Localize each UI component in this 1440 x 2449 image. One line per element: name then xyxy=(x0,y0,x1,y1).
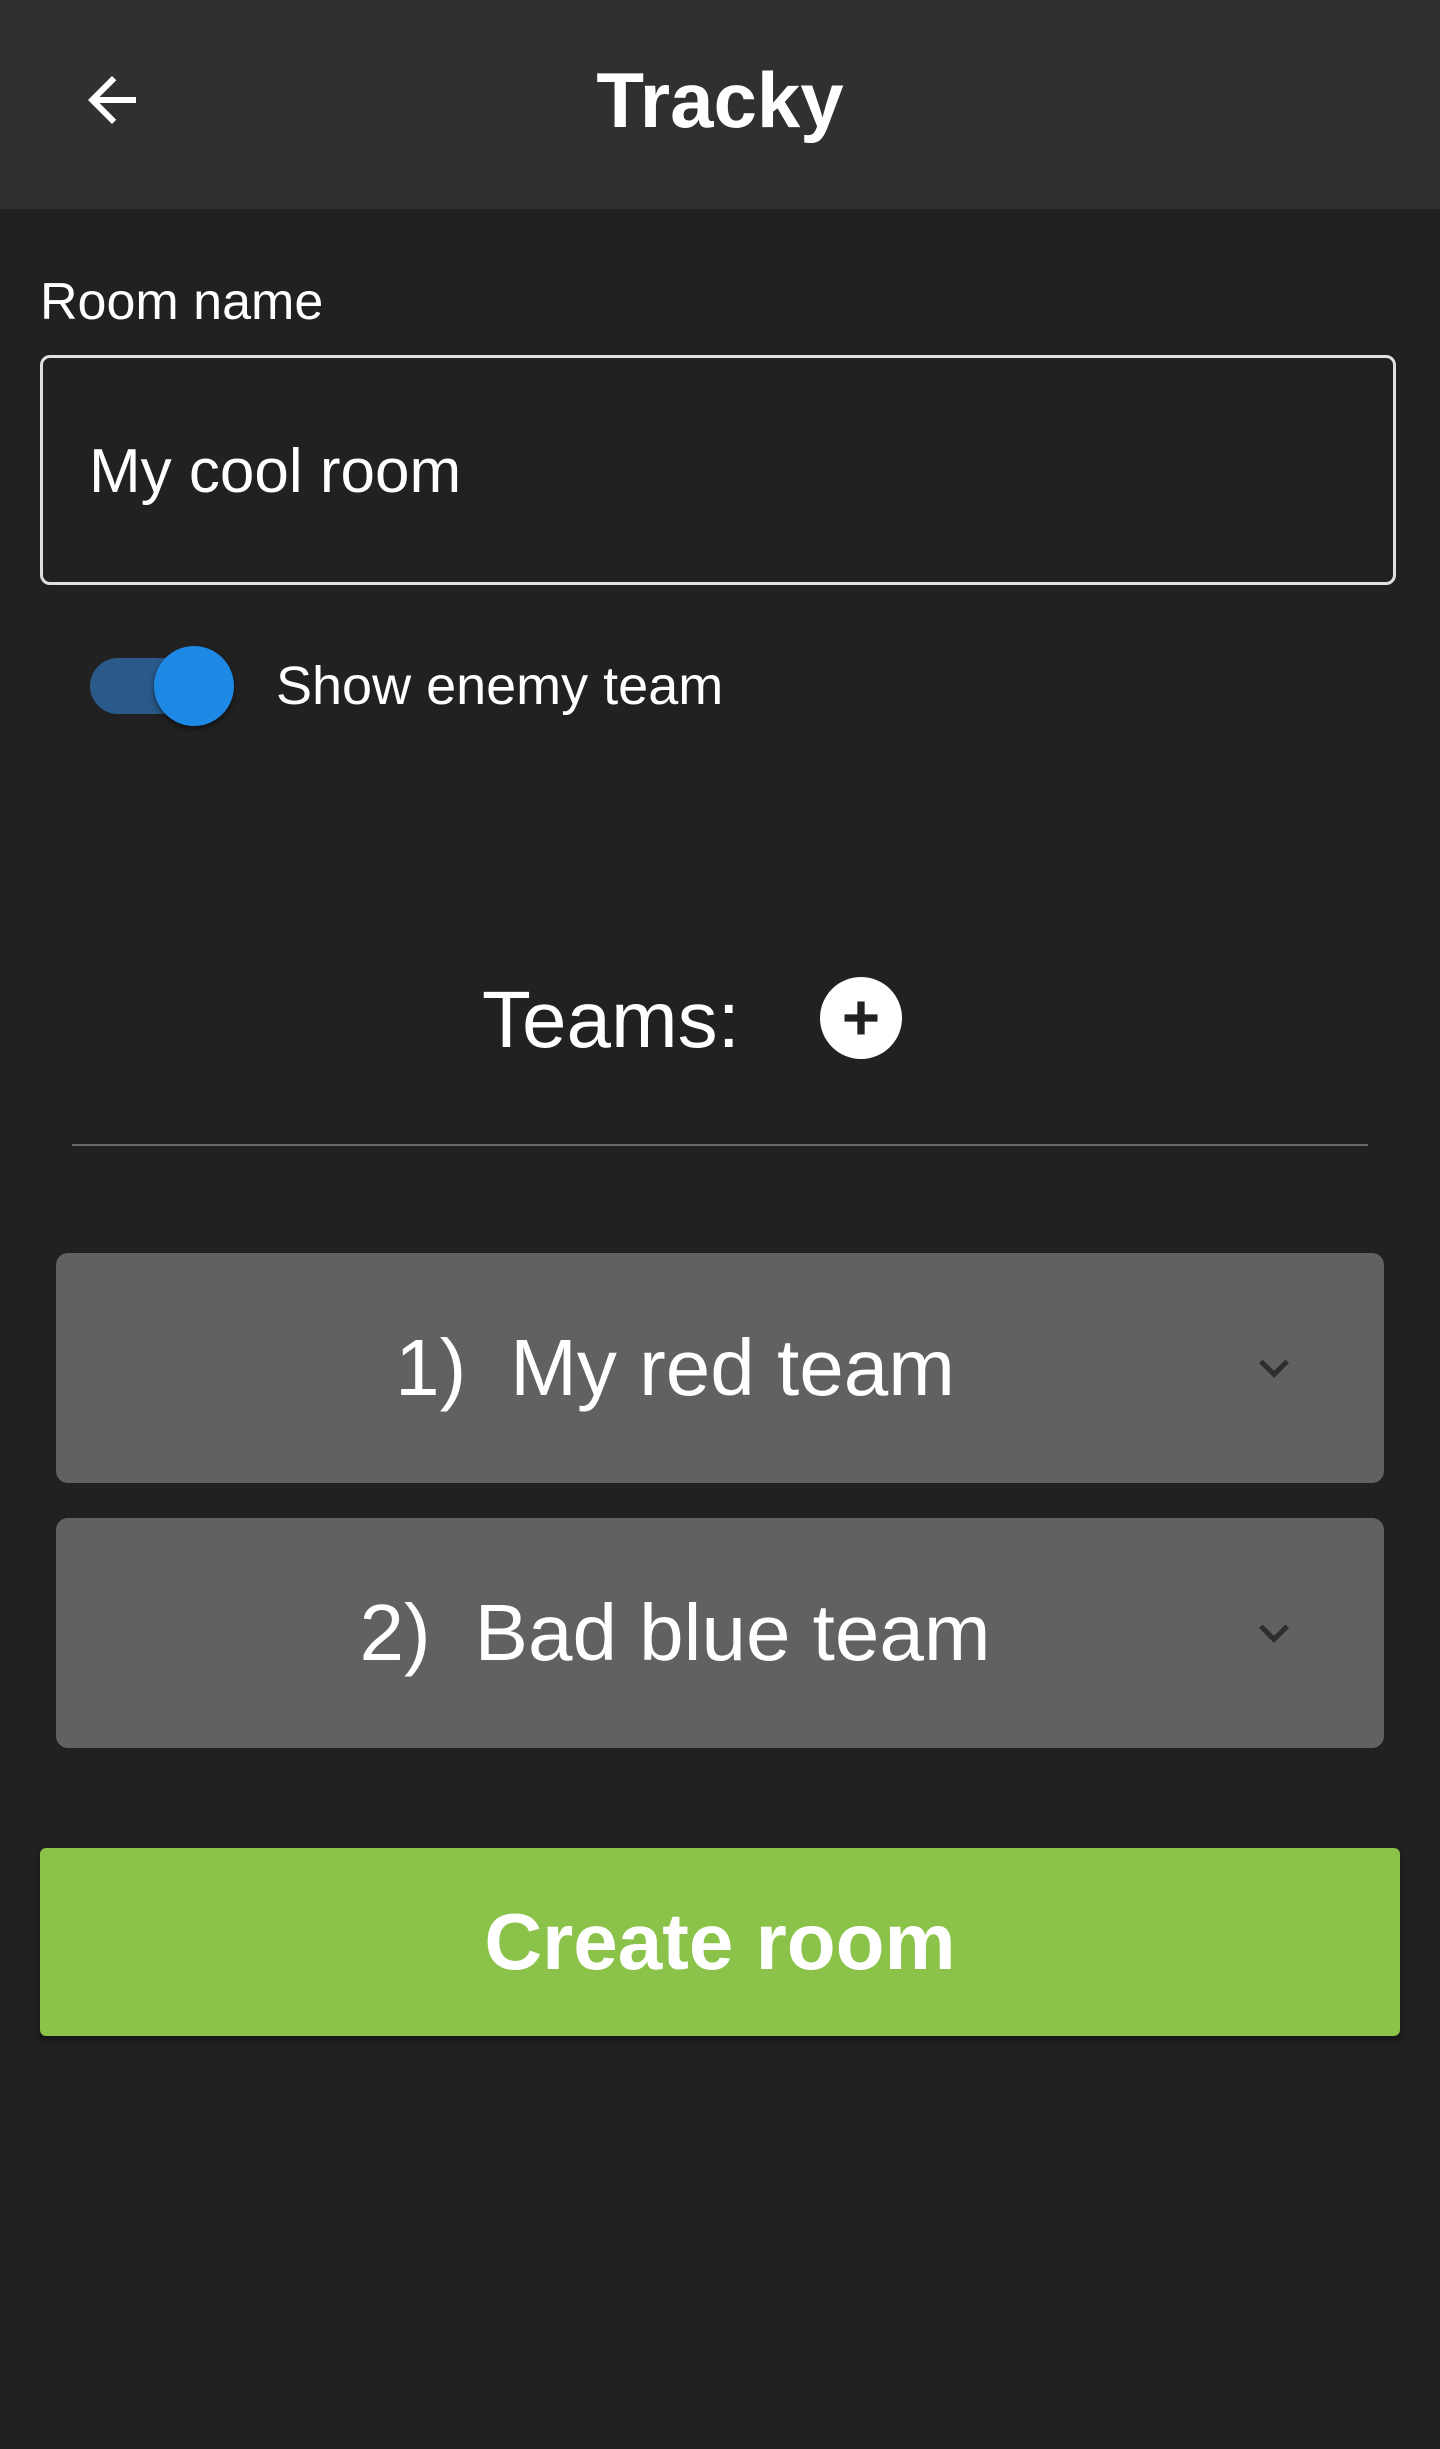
room-name-field[interactable] xyxy=(40,355,1396,585)
show-enemy-team-label: Show enemy team xyxy=(276,656,724,716)
app-title: Tracky xyxy=(596,56,844,144)
team-title: 1) My red team xyxy=(56,1253,1384,1483)
team-card-2[interactable]: 2) Bad blue team xyxy=(56,1518,1384,1748)
plus-icon xyxy=(844,1001,878,1035)
team-title: 2) Bad blue team xyxy=(56,1518,1384,1748)
chevron-down-icon[interactable] xyxy=(1244,1603,1304,1663)
team-number: 1) xyxy=(395,1323,467,1412)
add-team-button[interactable] xyxy=(820,977,902,1059)
team-card-1[interactable]: 1) My red team xyxy=(56,1253,1384,1483)
team-name: Bad blue team xyxy=(474,1588,991,1677)
room-name-input[interactable] xyxy=(87,358,1351,584)
create-room-button[interactable]: Create room xyxy=(40,1848,1400,2036)
chevron-down-icon[interactable] xyxy=(1244,1338,1304,1398)
toggle-thumb xyxy=(154,646,234,726)
teams-divider xyxy=(72,1144,1368,1146)
teams-heading: Teams: xyxy=(482,975,740,1064)
app-bar: Tracky xyxy=(0,0,1440,209)
team-number: 2) xyxy=(359,1588,431,1677)
room-name-label: Room name xyxy=(40,273,324,331)
team-name: My red team xyxy=(510,1323,955,1412)
show-enemy-team-toggle[interactable] xyxy=(90,644,240,728)
